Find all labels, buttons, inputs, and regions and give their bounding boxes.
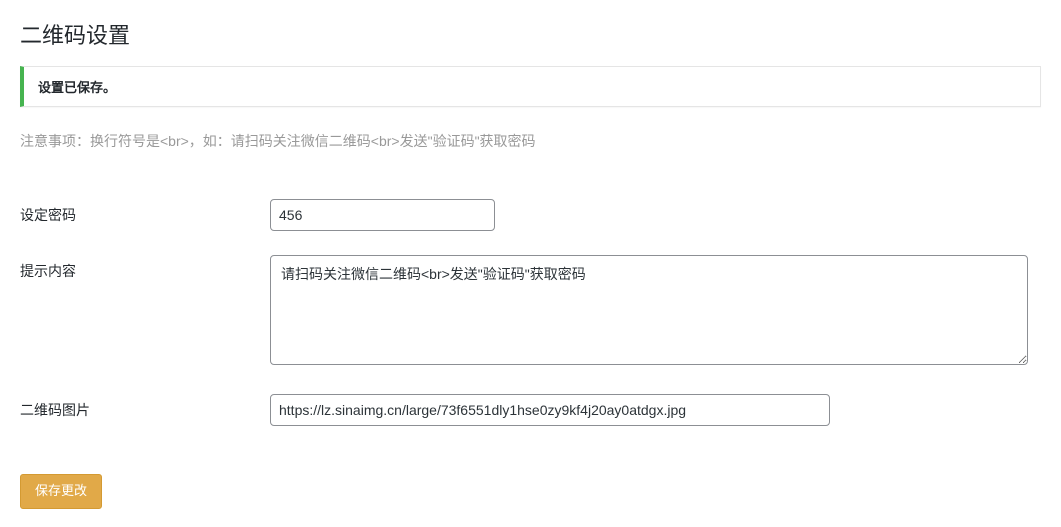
- label-password: 设定密码: [20, 187, 270, 243]
- row-qrcode-image: 二维码图片: [20, 382, 1041, 438]
- settings-form-table: 设定密码 提示内容 请扫码关注微信二维码<br>发送"验证码"获取密码 二维码图…: [20, 187, 1041, 438]
- qrcode-image-input[interactable]: [270, 394, 830, 426]
- prompt-textarea[interactable]: 请扫码关注微信二维码<br>发送"验证码"获取密码: [270, 255, 1028, 365]
- password-input[interactable]: [270, 199, 495, 231]
- page-title: 二维码设置: [20, 18, 1041, 50]
- notice-message: 设置已保存。: [38, 77, 1026, 96]
- row-password: 设定密码: [20, 187, 1041, 243]
- hint-text: 注意事项：换行符号是<br>，如：请扫码关注微信二维码<br>发送"验证码"获取…: [20, 131, 1041, 151]
- row-prompt: 提示内容 请扫码关注微信二维码<br>发送"验证码"获取密码: [20, 243, 1041, 382]
- save-button[interactable]: 保存更改: [20, 474, 102, 509]
- label-qrcode-image: 二维码图片: [20, 382, 270, 438]
- notice-success: 设置已保存。: [20, 66, 1041, 107]
- submit-wrap: 保存更改: [20, 474, 1041, 509]
- label-prompt: 提示内容: [20, 243, 270, 382]
